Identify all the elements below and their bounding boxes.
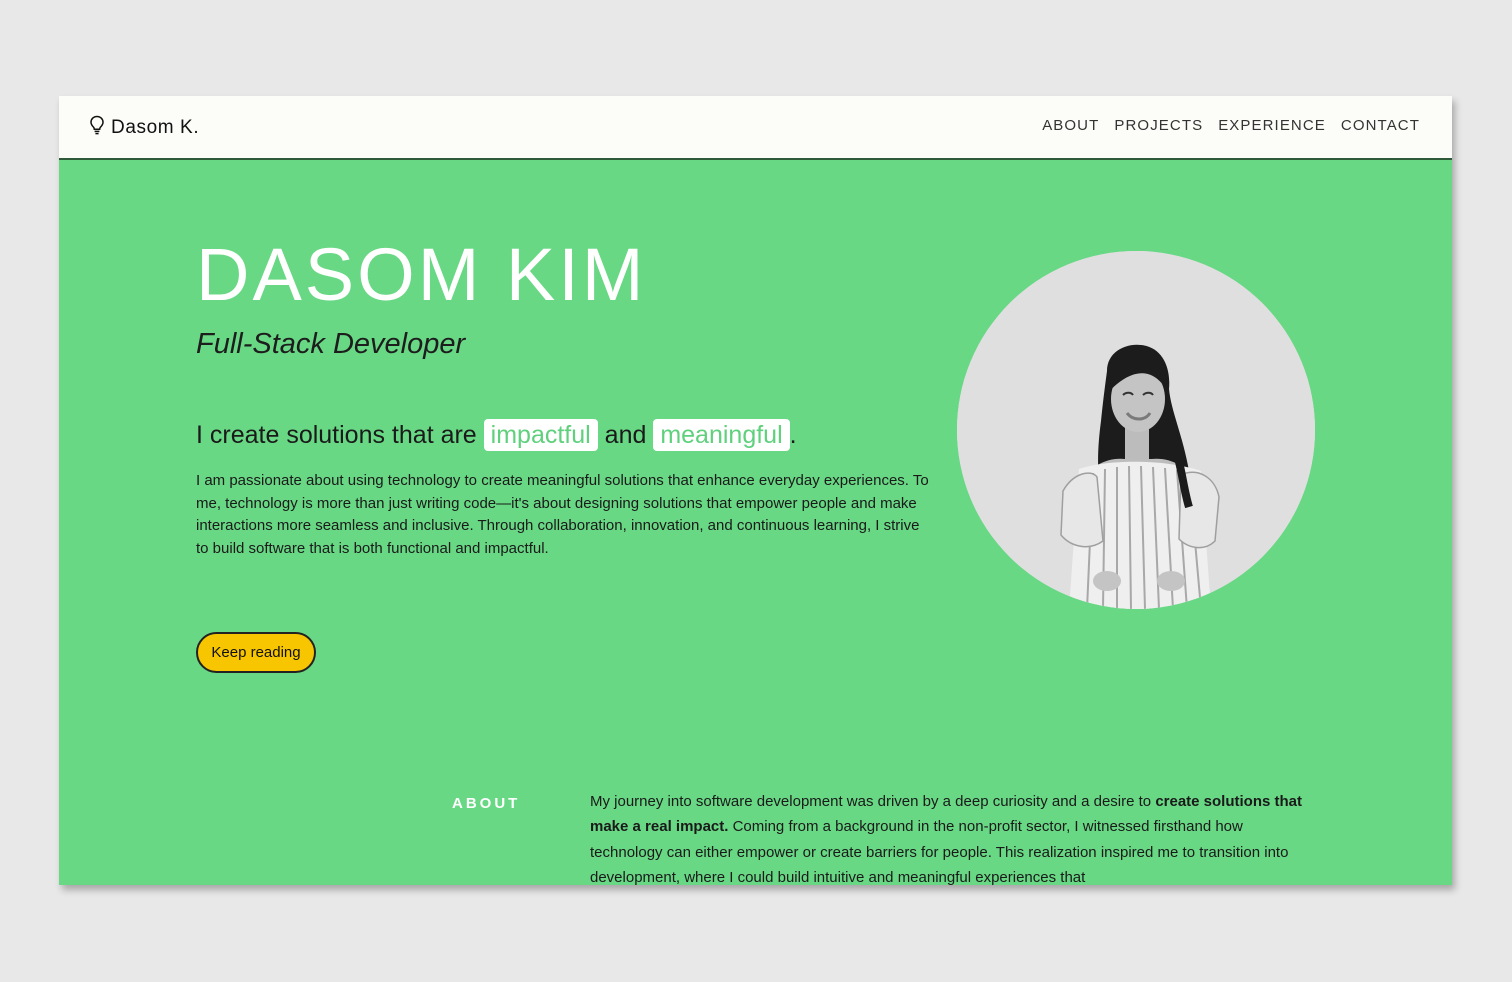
hero-name: DASOM KIM [196,233,647,316]
nav-about-link[interactable]: ABOUT [1042,117,1099,134]
hero-intro: I am passionate about using technology t… [196,472,929,557]
nav-contact-link[interactable]: CONTACT [1341,117,1420,134]
nav-experience-link[interactable]: EXPERIENCE [1218,117,1326,134]
about-section-label: ABOUT [452,795,521,812]
lightbulb-icon [89,115,105,141]
hero-role: Full-Stack Developer [196,328,466,360]
nav-projects-link[interactable]: PROJECTS [1114,117,1203,134]
navbar: Dasom K. ABOUT PROJECTS EXPERIENCE CONTA… [59,96,1452,160]
tagline-prefix: I create solutions that are [196,421,484,449]
about-section-text: My journey into software development was… [590,789,1302,885]
main-nav: ABOUT PROJECTS EXPERIENCE CONTACT [1042,117,1420,134]
about-text-part-1: My journey into software development was… [590,793,1156,810]
profile-photo [957,251,1315,609]
tagline-highlight-impactful: impactful [483,419,598,451]
brand-logo[interactable]: Dasom K. [89,115,199,141]
hero-tagline: I create solutions that are impactful an… [196,419,797,451]
tagline-mid: and [597,421,654,449]
tagline-suffix: . [789,421,797,449]
keep-reading-button[interactable]: Keep reading [196,632,316,673]
brand-name: Dasom K. [111,117,200,138]
tagline-highlight-meaningful: meaningful [653,419,790,451]
browser-viewport: Dasom K. ABOUT PROJECTS EXPERIENCE CONTA… [59,96,1452,885]
